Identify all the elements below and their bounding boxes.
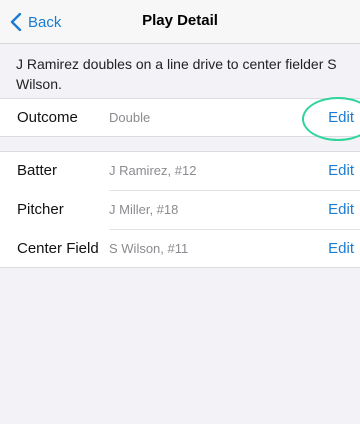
- pitcher-label: Pitcher: [17, 201, 64, 218]
- edit-center-field-button[interactable]: Edit: [328, 240, 354, 257]
- outcome-group: Outcome Double Edit: [0, 98, 360, 137]
- batter-label: Batter: [17, 162, 58, 179]
- outcome-row: Outcome Double Edit: [0, 99, 360, 138]
- page-title: Play Detail: [142, 12, 218, 29]
- edit-pitcher-button[interactable]: Edit: [328, 201, 354, 218]
- navigation-bar: Back Play Detail: [0, 0, 360, 44]
- edit-outcome-button[interactable]: Edit: [328, 109, 354, 126]
- players-group: Batter J Ramirez, #12 Edit Pitcher J Mil…: [0, 151, 360, 268]
- outcome-label: Outcome: [17, 109, 78, 126]
- center-field-label: Center Field: [17, 240, 99, 257]
- center-field-row: Center Field S Wilson, #11 Edit: [0, 230, 360, 269]
- play-description: J Ramirez doubles on a line drive to cen…: [16, 56, 337, 92]
- pitcher-row: Pitcher J Miller, #18 Edit: [0, 191, 360, 230]
- pitcher-value: J Miller, #18: [109, 202, 179, 217]
- outcome-value: Double: [109, 110, 151, 125]
- batter-value: J Ramirez, #12: [109, 163, 197, 178]
- center-field-value: S Wilson, #11: [109, 241, 189, 256]
- batter-row: Batter J Ramirez, #12 Edit: [0, 152, 360, 191]
- edit-batter-button[interactable]: Edit: [328, 162, 354, 179]
